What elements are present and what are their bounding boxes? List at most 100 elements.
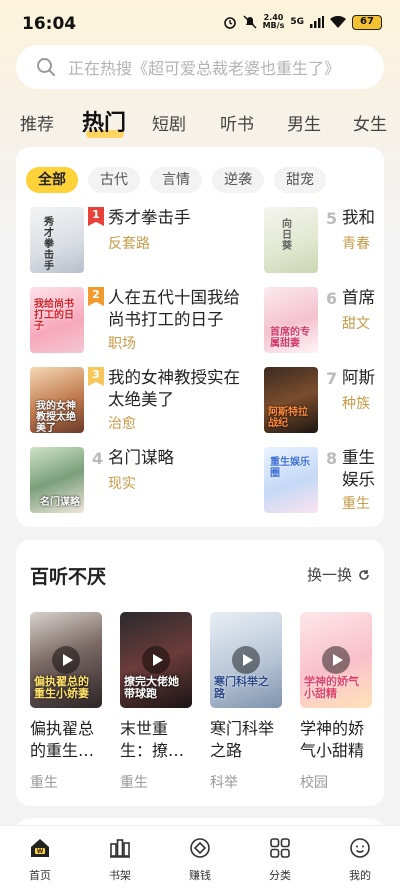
tab-recommend[interactable]: 推荐 [20, 110, 54, 135]
rank-number: 6 [326, 289, 338, 308]
nav-category[interactable]: 分类 [250, 836, 310, 883]
cover-text: 名门谋略 [40, 497, 80, 508]
book-title-line2: 太绝美了 [108, 390, 174, 409]
book-title-line1: 我的女神教授实在 [108, 368, 240, 387]
refresh-icon [359, 569, 369, 580]
cover-text: 我的女神教授太绝美了 [36, 401, 76, 433]
book-title-line2: 生：撩… [120, 741, 185, 760]
nav-home[interactable]: W 首页 [10, 836, 70, 883]
book-title-line1: 人在五代十国我给 [108, 288, 240, 307]
nav-label: 分类 [269, 869, 291, 882]
search-bar[interactable]: 正在热搜《超可爱总裁老婆也重生了》 [16, 45, 384, 89]
wifi-icon [330, 16, 346, 28]
book-title-line1: 偏执翟总 [30, 719, 95, 738]
chip-romance[interactable]: 言情 [150, 167, 202, 193]
book-cover: 向日葵 [264, 207, 318, 273]
play-icon [322, 646, 350, 674]
nav-label: 赚钱 [189, 869, 211, 882]
cover-text: 首席的专属甜妻 [270, 327, 310, 349]
book-cover: 学神的娇气小甜精 [300, 612, 372, 708]
cover-text: 向日葵 [282, 219, 292, 252]
play-icon [52, 646, 80, 674]
book-title-line2: 娱乐 [342, 470, 375, 489]
ranking-item[interactable]: 名门谋略 4 名门谋略 现实 [30, 447, 250, 513]
book-card[interactable]: 学神的娇气小甜精 学神的娇 气小甜精 校园 [300, 612, 372, 792]
nav-profile[interactable]: 我的 [330, 836, 390, 883]
rank-number: 8 [326, 449, 338, 468]
bookshelf-icon [110, 839, 130, 858]
ranking-item[interactable]: 重生娱乐圈 8 重生 娱乐 重生 [264, 447, 384, 513]
rank-badge: 2 [88, 287, 104, 306]
cover-text: 我给尚书打工的日子 [34, 299, 74, 332]
swap-label: 换一换 [306, 566, 352, 584]
ranking-item[interactable]: 首席的专属甜妻 6 首席 甜文 [264, 287, 384, 353]
book-tag: 职场 [108, 336, 136, 352]
tab-male[interactable]: 男生 [287, 110, 321, 135]
book-cover: 我的女神教授太绝美了 [30, 367, 84, 433]
status-bar: 16:04 2.40 MB/s 5G 67 [0, 0, 400, 44]
book-genre: 重生 [120, 775, 148, 791]
book-genre: 科举 [210, 775, 238, 791]
book-title: 偏执翟总的重生… [30, 718, 102, 762]
book-title-line2: 之路 [210, 741, 243, 760]
book-tag: 重生 [342, 496, 370, 512]
section-title: 百听不厌 [30, 566, 107, 588]
rank-badge: 3 [88, 367, 104, 386]
earn-icon [190, 838, 210, 858]
chip-sweet[interactable]: 甜宠 [274, 167, 326, 193]
category-icon [270, 838, 290, 858]
book-card[interactable]: 偏执翟总的重生小娇妻 偏执翟总 的重生… 重生 [30, 612, 102, 792]
book-cover: 偏执翟总的重生小娇妻 [30, 612, 102, 708]
swap-button[interactable]: 换一换 [307, 564, 370, 585]
status-icons: 2.40 MB/s 5G 67 [223, 14, 382, 30]
nav-bookshelf[interactable]: 书架 [90, 836, 150, 883]
tab-audiobook[interactable]: 听书 [220, 110, 254, 135]
book-title-line2: 的重生… [30, 741, 95, 760]
book-card[interactable]: 撩完大佬她带球跑 末世重 生：撩… 重生 [120, 612, 192, 792]
book-card[interactable]: 寒门科举之路 寒门科举 之路 科举 [210, 612, 282, 792]
book-tag: 甜文 [342, 316, 370, 332]
tab-hot[interactable]: 热门 [82, 105, 126, 137]
cover-text: 撩完大佬她带球跑 [124, 675, 179, 700]
book-title: 首席 [342, 288, 375, 307]
book-title: 寒门科举 之路 [210, 718, 282, 762]
book-tag: 反套路 [108, 236, 150, 252]
chip-comeback[interactable]: 逆袭 [212, 167, 264, 193]
rank-number: 5 [326, 209, 338, 228]
search-icon [37, 58, 55, 76]
nav-earn[interactable]: 赚钱 [170, 836, 230, 883]
ranking-item[interactable]: 向日葵 5 我和 青春 [264, 207, 384, 273]
ranking-item[interactable]: 秀才拳击手 1 秀才拳击手 反套路 [30, 207, 250, 273]
status-time: 16:04 [22, 14, 77, 34]
book-cover: 名门谋略 [30, 447, 84, 513]
battery-icon: 67 [352, 14, 382, 30]
signal-icon [310, 16, 324, 28]
tab-female[interactable]: 女生 [353, 110, 387, 135]
book-cover: 寒门科举之路 [210, 612, 282, 708]
profile-icon [350, 838, 370, 858]
rank-badge: 1 [88, 207, 104, 226]
book-cover: 阿斯特拉战纪 [264, 367, 318, 433]
cover-text: 秀才拳击手 [44, 217, 54, 272]
book-title: 名门谋略 [108, 448, 174, 467]
cover-text: 学神的娇气小甜精 [304, 675, 359, 700]
chip-all[interactable]: 全部 [26, 167, 78, 193]
mute-icon [243, 15, 257, 29]
tab-short-drama[interactable]: 短剧 [152, 110, 186, 135]
ranking-item[interactable]: 我的女神教授太绝美了 3 我的女神教授实在 太绝美了 治愈 [30, 367, 260, 433]
play-icon [142, 646, 170, 674]
nav-label: 书架 [109, 869, 131, 882]
book-title-line1: 寒门科举 [210, 719, 275, 738]
play-icon [232, 646, 260, 674]
ranking-item[interactable]: 阿斯特拉战纪 7 阿斯 种族 [264, 367, 384, 433]
always-listen-card: 百听不厌 换一换 偏执翟总的重生小娇妻 偏执翟总的重生… 重生 撩完大佬她带球跑… [16, 540, 384, 806]
ranking-item[interactable]: 我给尚书打工的日子 2 人在五代十国我给 尚书打工的日子 职场 [30, 287, 260, 353]
rank-number: 7 [326, 369, 338, 388]
book-cover: 我给尚书打工的日子 [30, 287, 84, 353]
bottom-nav: W 首页 书架 赚钱 分类 我的 [0, 825, 400, 889]
rank-number: 4 [92, 449, 104, 468]
book-title: 我和 [342, 208, 375, 227]
book-cover: 撩完大佬她带球跑 [120, 612, 192, 708]
chip-ancient[interactable]: 古代 [88, 167, 140, 193]
book-genre: 校园 [300, 775, 328, 791]
